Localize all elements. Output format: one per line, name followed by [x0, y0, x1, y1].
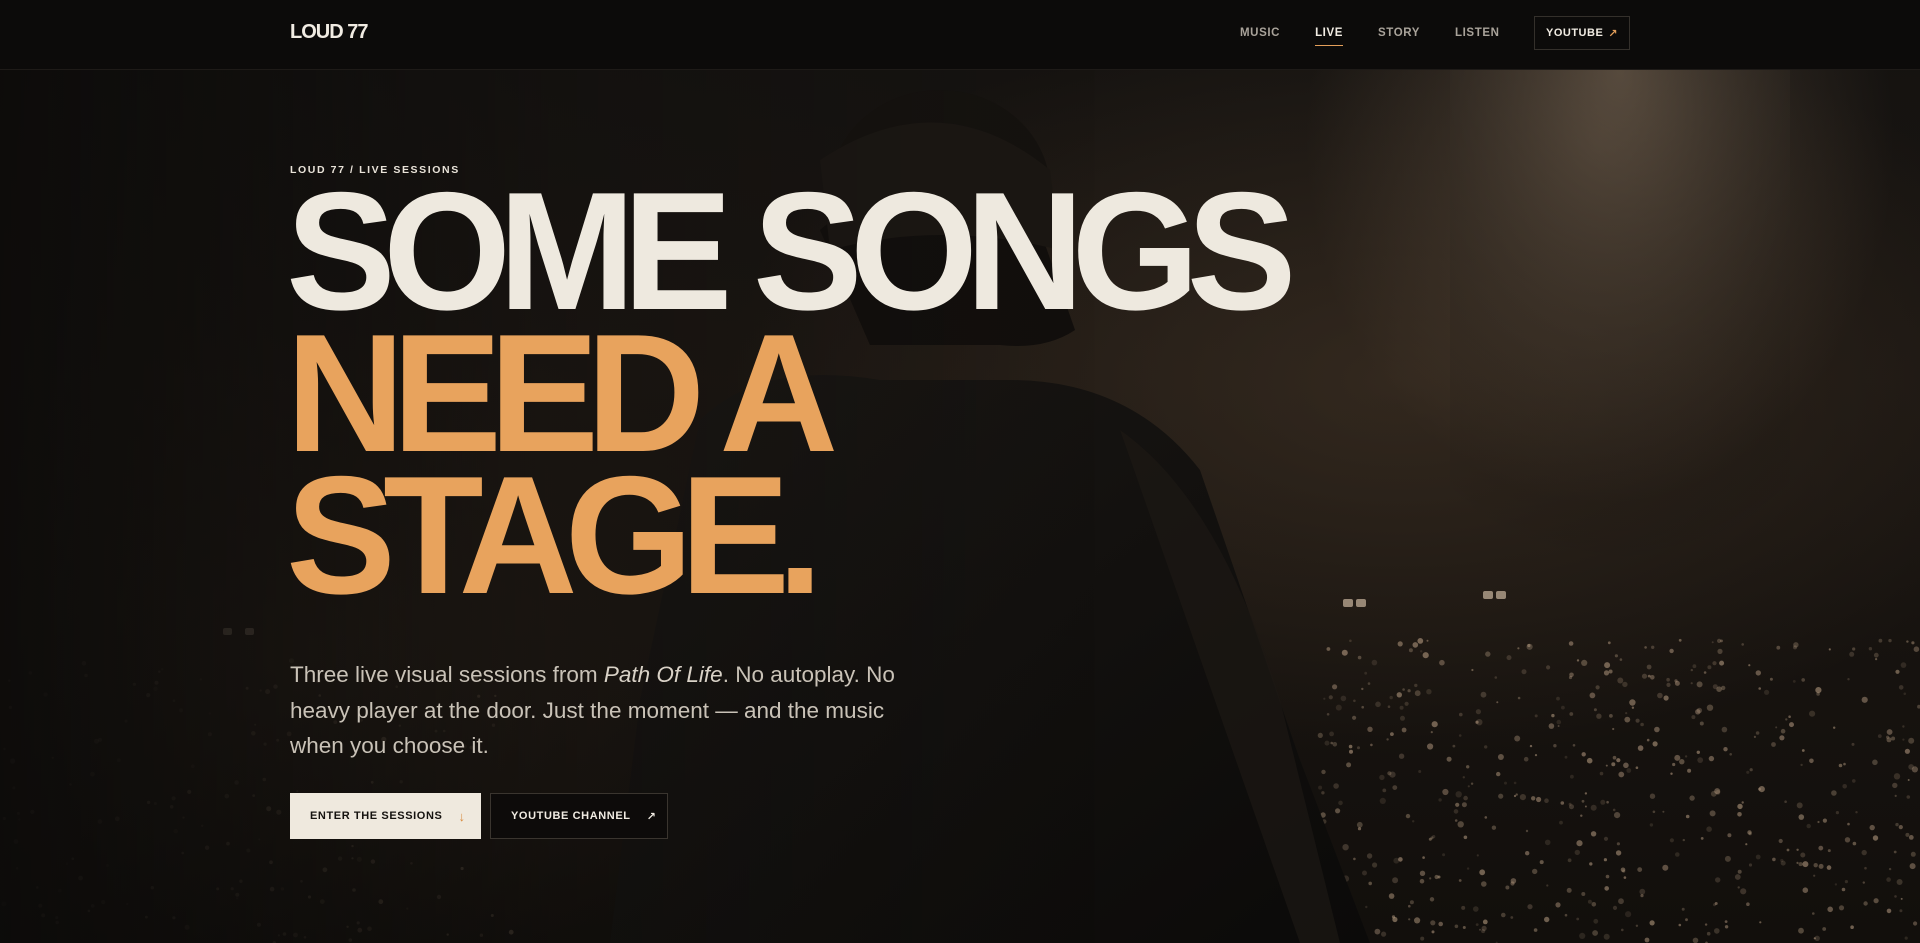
hero-description: Three live visual sessions from Path Of … [290, 657, 930, 764]
youtube-channel-label: YOUTUBE CHANNEL [511, 810, 631, 822]
spotlight-haze [1450, 69, 1790, 569]
logo[interactable]: LOUD 77 [290, 21, 368, 44]
nav-link-live[interactable]: LIVE [1315, 27, 1344, 46]
youtube-nav-label: YOUTUBE [1546, 27, 1604, 39]
nav-links: MUSIC LIVE STORY LISTEN [1240, 27, 1535, 46]
album-title: Path Of Life [603, 662, 723, 687]
lede-before: Three live visual sessions from [290, 662, 604, 687]
nav-link-listen[interactable]: LISTEN [1455, 27, 1500, 45]
page: LOUD 77 MUSIC LIVE STORY LISTEN YOUTUBE … [0, 0, 1920, 943]
arrow-down-icon: ↓ [458, 808, 466, 824]
arrow-up-right-icon: ↗ [646, 810, 657, 823]
enter-sessions-label: ENTER THE SESSIONS [310, 810, 443, 822]
headline-line-3: STAGE. [286, 441, 823, 629]
arrow-up-right-icon: ↗ [1608, 27, 1618, 40]
youtube-nav-button[interactable]: YOUTUBE ↗ [1534, 16, 1630, 50]
top-nav: LOUD 77 MUSIC LIVE STORY LISTEN YOUTUBE … [0, 0, 1920, 70]
nav-link-story[interactable]: STORY [1378, 27, 1420, 45]
hero-headline: SOME SONGS NEED A STAGE. [286, 167, 1297, 629]
nav-link-music[interactable]: MUSIC [1240, 27, 1280, 45]
enter-sessions-button[interactable]: ENTER THE SESSIONS ↓ [290, 793, 481, 839]
youtube-channel-button[interactable]: YOUTUBE CHANNEL ↗ [490, 793, 668, 839]
